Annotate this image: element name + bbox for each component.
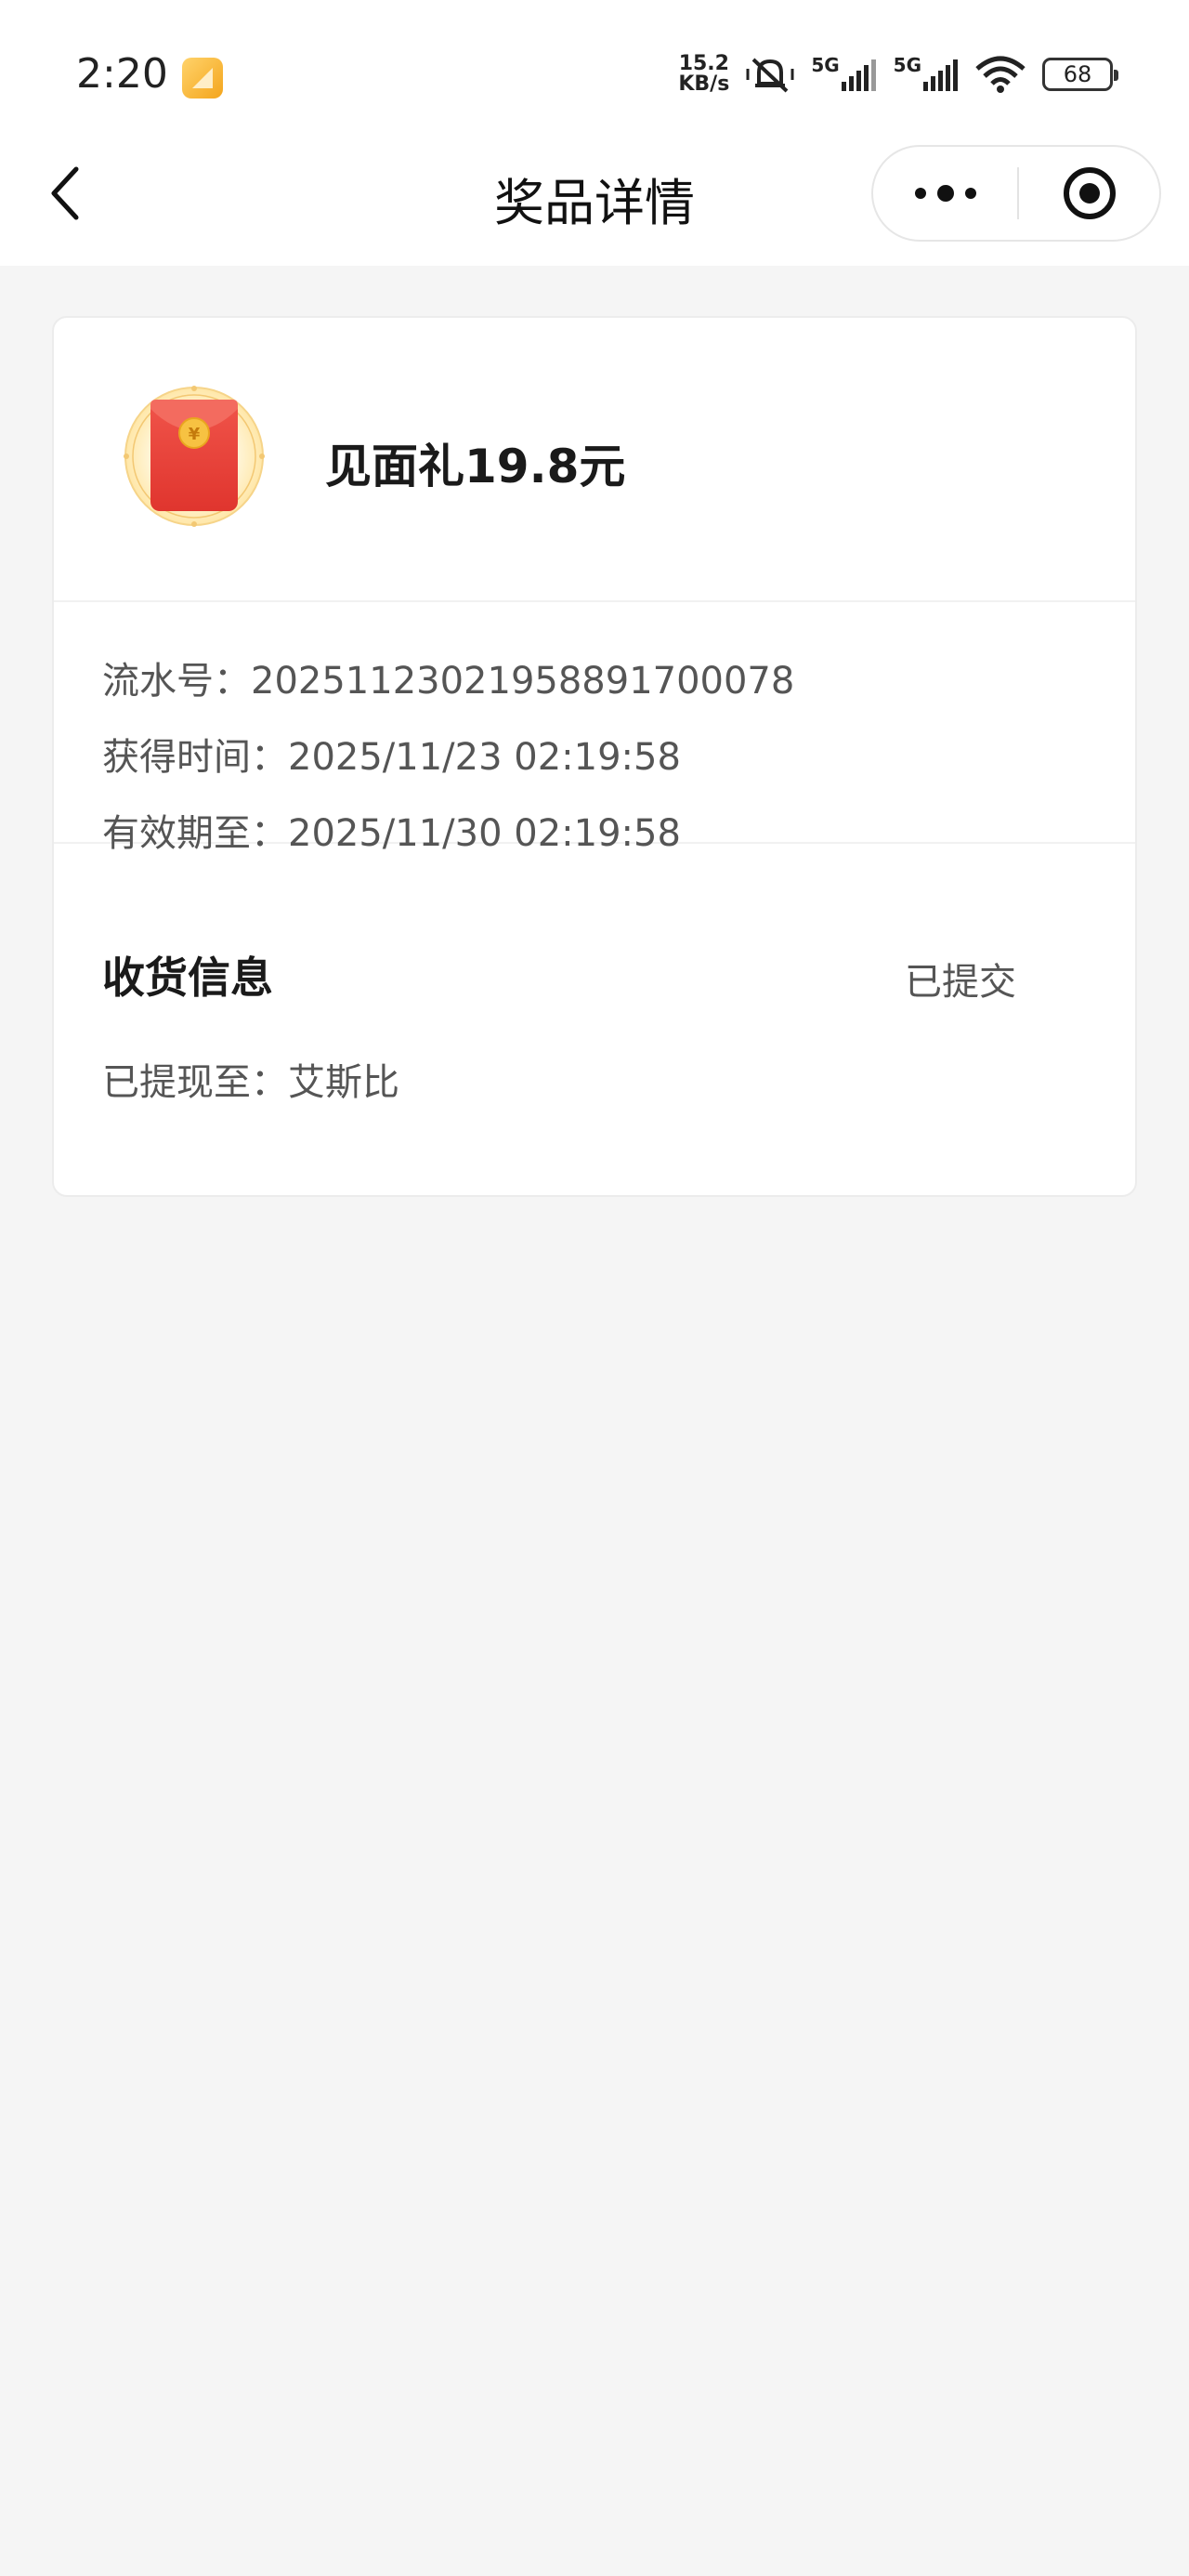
svg-text:¥: ¥ [189, 425, 201, 444]
serial-number-row: 流水号：20251123021958891700078 [102, 651, 794, 704]
header-area: 2:20 15.2 KB/s 5G 5G 68 奖品详情 [0, 0, 1189, 266]
obtained-label: 获得时间： [102, 736, 288, 779]
signal-sim1: 5G [811, 54, 876, 91]
serial-value: 20251123021958891700078 [251, 660, 795, 703]
battery-level: 68 [1063, 61, 1092, 87]
expire-time-row: 有效期至：2025/11/30 02:19:58 [102, 803, 681, 857]
prize-name: 见面礼19.8元 [325, 440, 626, 493]
more-dots-icon [914, 185, 976, 202]
status-time: 2:20 [76, 50, 168, 98]
target-close-icon [1063, 167, 1116, 219]
sim1-label: 5G [811, 54, 840, 76]
prize-card: ¥ 见面礼19.8元 流水号：20251123021958891700078 获… [52, 316, 1137, 1197]
status-bar-right: 15.2 KB/s 5G 5G 68 [678, 54, 1118, 95]
prize-info: 流水号：20251123021958891700078 获得时间：2025/11… [54, 602, 1135, 855]
serial-label: 流水号： [102, 660, 251, 703]
withdraw-label: 已提现至： [102, 1061, 288, 1104]
close-miniprogram-button[interactable] [1019, 147, 1159, 240]
miniprogram-capsule [871, 145, 1161, 242]
mute-bell-icon [746, 54, 794, 95]
prize-header: ¥ 见面礼19.8元 [54, 318, 1135, 602]
expire-label: 有效期至： [102, 812, 288, 855]
battery-indicator: 68 [1042, 58, 1118, 91]
withdraw-row: 已提现至：艾斯比 [102, 1052, 399, 1106]
network-speed-value: 15.2 [678, 52, 729, 75]
obtained-time-row: 获得时间：2025/11/23 02:19:58 [102, 727, 681, 781]
signal-bars-icon [923, 59, 958, 91]
shipping-status: 已提交 [905, 961, 1016, 1004]
network-speed-unit: KB/s [678, 72, 730, 96]
network-speed: 15.2 KB/s [678, 54, 729, 95]
wifi-icon [975, 56, 1026, 93]
red-envelope-icon: ¥ [123, 385, 266, 528]
more-button[interactable] [873, 147, 1017, 240]
obtained-value: 2025/11/23 02:19:58 [288, 736, 681, 779]
withdraw-value: 艾斯比 [288, 1061, 399, 1104]
sim2-label: 5G [893, 54, 921, 76]
notification-app-icon [182, 58, 223, 99]
signal-bars-icon [841, 59, 876, 91]
expire-value: 2025/11/30 02:19:58 [288, 812, 681, 855]
shipping-title: 收货信息 [102, 953, 273, 1003]
signal-sim2: 5G [894, 54, 959, 91]
